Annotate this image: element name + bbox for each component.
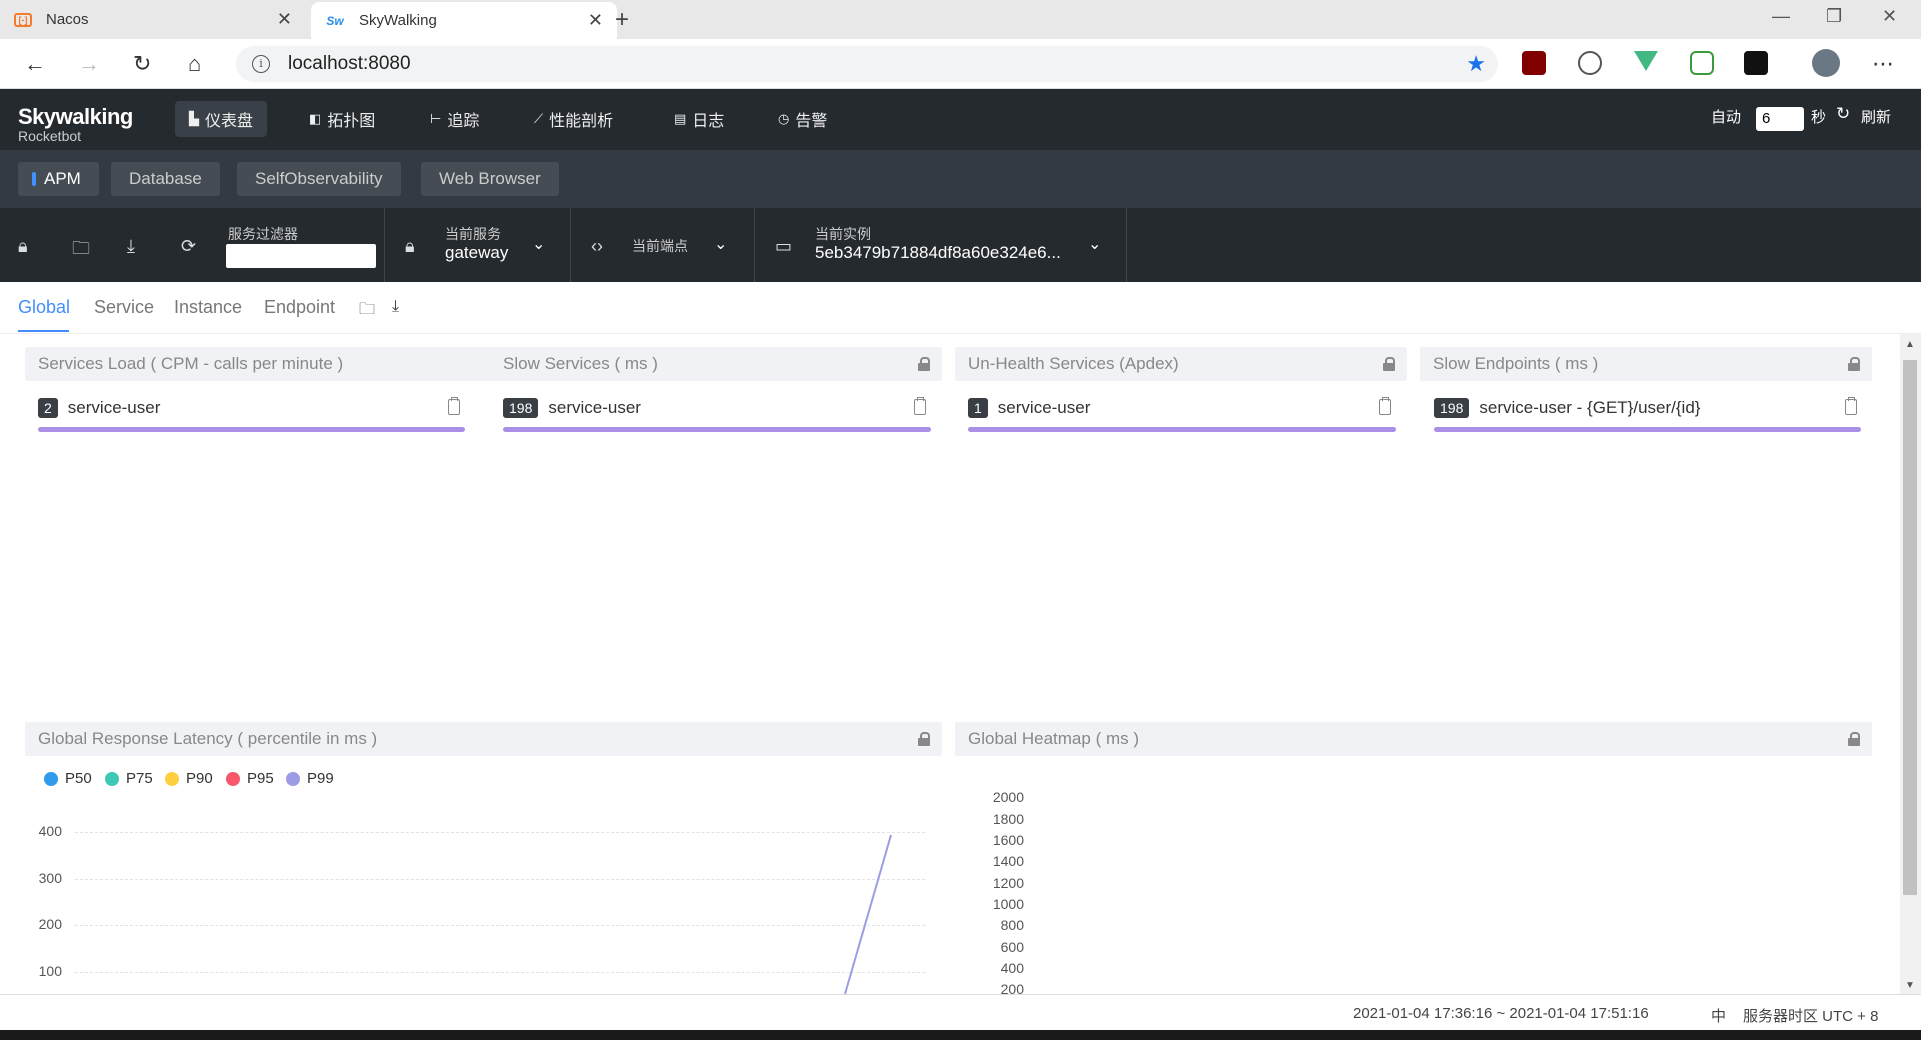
taskbar-strip [0, 1030, 1921, 1040]
heatmap-y-tick: 400 [1000, 960, 1024, 976]
heatmap-y-tick: 600 [1000, 939, 1024, 955]
scrollbar-thumb[interactable] [1903, 360, 1917, 895]
scroll-up-icon[interactable]: ▲ [1905, 339, 1915, 350]
timezone-label[interactable]: 服务器时区 UTC + 8 [1743, 1005, 1878, 1026]
time-range[interactable]: 2021-01-04 17:36:16 ~ 2021-01-04 17:51:1… [1353, 1005, 1649, 1022]
scroll-down-icon[interactable]: ▼ [1905, 980, 1915, 991]
heatmap-y-tick: 800 [1000, 917, 1024, 933]
panel-title: Global Heatmap ( ms ) [968, 729, 1139, 748]
lock-icon[interactable] [1848, 732, 1860, 746]
heatmap-y-tick: 2000 [992, 789, 1024, 805]
heatmap-y-tick: 1000 [992, 896, 1024, 912]
heatmap-y-tick: 1800 [992, 811, 1024, 827]
heatmap-y-tick: 1200 [992, 875, 1024, 891]
language-toggle[interactable]: 中 [1711, 1005, 1726, 1026]
heatmap-y-tick: 1400 [992, 853, 1024, 869]
heatmap-y-tick: 1600 [992, 832, 1024, 848]
series-line-p99 [844, 834, 892, 995]
status-footer: 2021-01-04 17:36:16 ~ 2021-01-04 17:51:1… [0, 994, 1921, 1030]
panel-global-heatmap: Global Heatmap ( ms ) [955, 722, 1872, 756]
